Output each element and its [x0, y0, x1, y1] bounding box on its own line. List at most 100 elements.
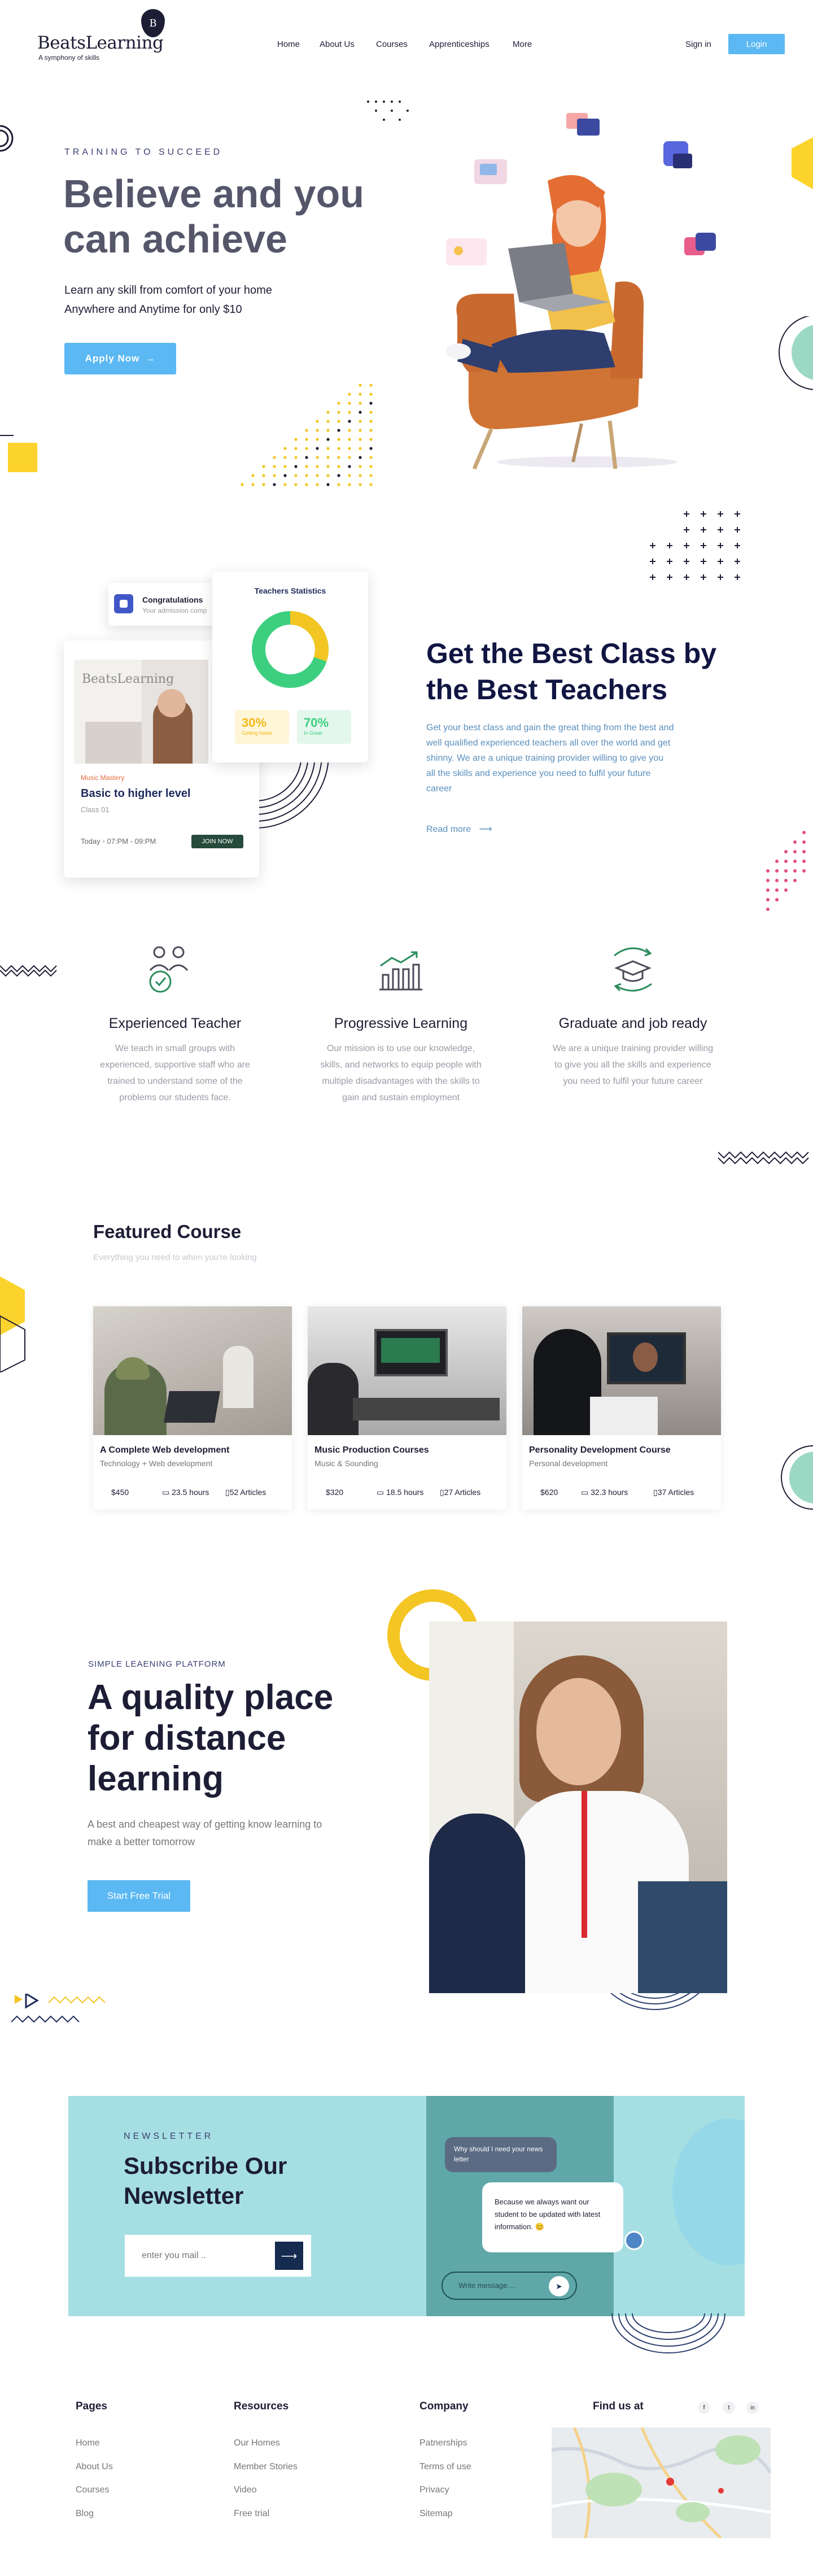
arrow-right-icon: ⟶: [281, 2250, 298, 2263]
map-pin-icon: [666, 2478, 674, 2486]
course-hours-value: 32.3 hours: [591, 1488, 628, 1497]
hero-subtitle-line: Learn any skill from comfort of your hom…: [64, 284, 272, 297]
footer-link[interactable]: Member Stories: [234, 2462, 298, 2472]
rings-decoration: [0, 125, 14, 152]
hero-title-line: can achieve: [63, 217, 287, 261]
message-box[interactable]: Write message.... ➤: [442, 2272, 577, 2300]
document-icon: ▯: [440, 1488, 444, 1497]
congrats-title: Congratulations: [142, 595, 203, 604]
chat-bubble-answer: Because we always want our student to be…: [482, 2182, 623, 2252]
dots-decoration: [367, 101, 409, 121]
footer-link[interactable]: Sitemap: [419, 2509, 453, 2519]
triangle-decoration: [11, 1994, 106, 2023]
footer-link[interactable]: Blog: [76, 2509, 94, 2519]
nav-apprenticeships[interactable]: Apprenticeships: [429, 40, 489, 49]
footer-link[interactable]: Privacy: [419, 2485, 449, 2495]
linkedin-icon[interactable]: in: [746, 2401, 759, 2414]
nav-about[interactable]: About Us: [320, 40, 355, 49]
donut-chart: [252, 611, 329, 688]
chat-bubble-question: Why should I need your news letter: [445, 2137, 557, 2172]
sign-in-link[interactable]: Sign in: [685, 40, 711, 49]
footer-link[interactable]: Video: [234, 2485, 257, 2495]
read-more-label: Read more: [426, 825, 471, 834]
nav-more[interactable]: More: [513, 40, 532, 49]
course-category: Music & Sounding: [314, 1459, 378, 1468]
hero-eyebrow: TRAINING TO SUCCEED: [64, 147, 223, 157]
course-card[interactable]: A Complete Web development Technology + …: [93, 1306, 292, 1510]
course-title: Music Production Courses: [314, 1445, 429, 1455]
footer-link[interactable]: Free trial: [234, 2509, 269, 2519]
progress-chart-icon: [379, 951, 422, 991]
stat-a-value: 30%: [242, 716, 267, 730]
class-image-logo: BeatsLearning: [82, 672, 174, 686]
course-articles-value: 52 Articles: [229, 1488, 266, 1497]
feature-title: Experienced Teacher: [108, 1015, 242, 1031]
feature-title: Progressive Learning: [334, 1015, 468, 1031]
document-icon: ▯: [653, 1488, 658, 1497]
plus-pattern: [650, 511, 740, 580]
hero-title: Believe and you can achieve: [63, 171, 413, 261]
login-button[interactable]: Login: [728, 34, 785, 54]
footer-link[interactable]: About Us: [76, 2462, 113, 2472]
course-articles-value: 27 Articles: [444, 1488, 481, 1497]
featured-sub: Everything you need to when you're looki…: [93, 1253, 257, 1262]
twitter-icon[interactable]: t: [723, 2401, 735, 2414]
course-image: [522, 1306, 721, 1435]
monitor-icon: ▭: [162, 1488, 170, 1497]
class-title: Basic to higher level: [81, 787, 191, 800]
subscribe-button[interactable]: ⟶: [275, 2242, 303, 2270]
distance-title: A quality place for distance learning: [88, 1677, 404, 1799]
footer-link[interactable]: Courses: [76, 2485, 110, 2495]
avatar: [624, 2231, 644, 2250]
document-icon: ▯: [225, 1488, 230, 1497]
course-hours: ▭ 18.5 hours: [377, 1488, 423, 1497]
stats-title: Teachers Statistics: [254, 586, 326, 595]
stat-b-value: 70%: [304, 716, 329, 730]
graduation-cap-icon: [614, 947, 652, 992]
zigzag-decoration: [0, 965, 57, 977]
arc-decoration: [255, 755, 329, 829]
course-card[interactable]: Music Production Courses Music & Soundin…: [308, 1306, 506, 1510]
stats-card: Teachers Statistics 30% Getting better 7…: [212, 572, 368, 762]
course-image: [93, 1306, 292, 1435]
checkbox-icon: [114, 594, 133, 613]
newsletter-form: ⟶: [125, 2235, 311, 2277]
course-articles: ▯27 Articles: [440, 1488, 480, 1497]
hero-subtitle: Learn any skill from comfort of your hom…: [64, 281, 381, 319]
course-hours-value: 23.5 hours: [172, 1488, 209, 1497]
monitor-icon: ▭: [377, 1488, 384, 1497]
apply-now-button[interactable]: Apply Now →: [64, 343, 176, 374]
send-icon[interactable]: ➤: [549, 2276, 569, 2296]
course-card[interactable]: Personality Development Course Personal …: [522, 1306, 721, 1510]
arrow-right-icon: →: [145, 353, 156, 364]
feature-desc: We are a unique training provider willin…: [552, 1044, 714, 1086]
course-price: $320: [326, 1488, 344, 1497]
footer-link[interactable]: Patnerships: [419, 2438, 467, 2448]
course-articles-value: 37 Articles: [657, 1488, 694, 1497]
read-more-link[interactable]: Read more ⟶: [426, 823, 492, 835]
zigzag-decoration: [718, 1151, 809, 1165]
class-day: Today: [81, 837, 100, 845]
footer-link[interactable]: Terms of use: [419, 2462, 471, 2472]
course-hours: ▭ 23.5 hours: [162, 1488, 209, 1497]
course-articles: ▯37 Articles: [653, 1488, 694, 1497]
stat-a-label: Getting better: [242, 730, 273, 736]
newsletter-eyebrow: NEWSLETTER: [124, 2132, 214, 2141]
join-now-button[interactable]: JOIN NOW: [191, 835, 243, 848]
facebook-icon[interactable]: f: [698, 2401, 710, 2414]
footer-link[interactable]: Home: [76, 2438, 100, 2448]
logo[interactable]: BeatsLearning: [37, 33, 164, 53]
best-class-title-line: the Best Teachers: [426, 674, 668, 705]
footer-link[interactable]: Our Homes: [234, 2438, 280, 2448]
nav-home[interactable]: Home: [277, 40, 300, 49]
email-input[interactable]: [125, 2235, 272, 2277]
start-trial-button[interactable]: Start Free Trial: [88, 1880, 190, 1912]
stat-b-label: In Great: [304, 730, 322, 736]
nav-courses[interactable]: Courses: [376, 40, 408, 49]
congrats-card: Congratulations Your admission comp: [108, 583, 227, 626]
yellow-square: [8, 443, 37, 472]
distance-eyebrow: SIMPLE LEAENING PLATFORM: [88, 1659, 226, 1669]
location-map[interactable]: [552, 2427, 771, 2538]
line-decoration: [0, 435, 14, 436]
distance-title-line: for distance: [88, 1719, 286, 1758]
